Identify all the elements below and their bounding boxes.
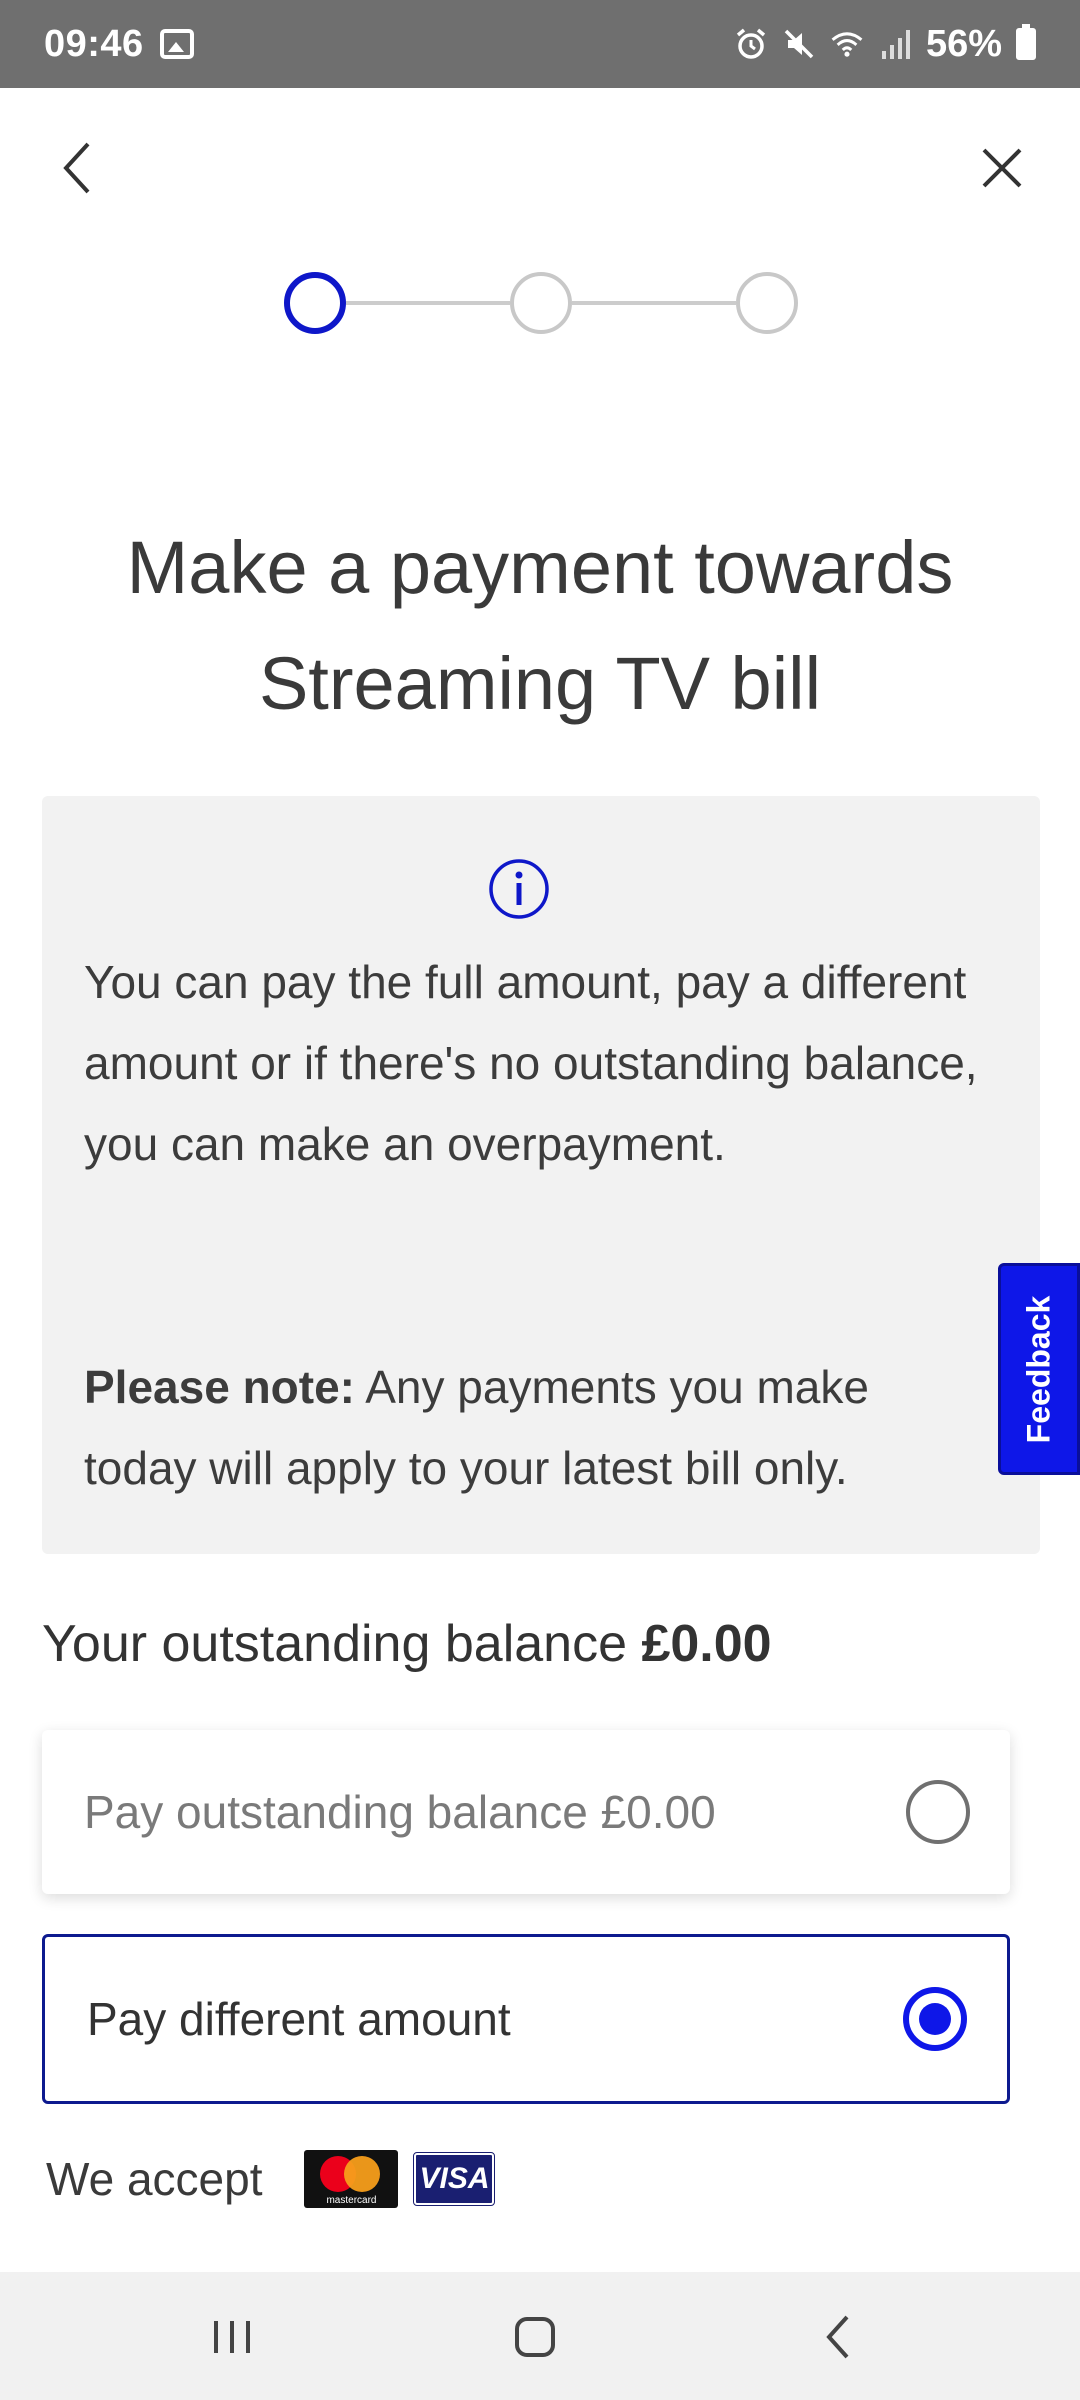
close-button[interactable]	[972, 138, 1032, 198]
pay-different-amount-option[interactable]: Pay different amount	[42, 1934, 1010, 2104]
home-icon	[515, 2317, 555, 2357]
option-label: Pay outstanding balance £0.00	[84, 1786, 716, 1838]
system-nav-bar	[0, 2272, 1080, 2400]
status-icons: 56%	[734, 23, 1036, 66]
status-bar: 09:46 56%	[0, 0, 1080, 88]
close-icon	[982, 148, 1022, 188]
recent-apps-button[interactable]	[192, 2302, 272, 2372]
accept-label: We accept	[46, 2153, 263, 2205]
battery-icon	[1016, 24, 1036, 60]
back-chevron-icon	[63, 142, 90, 194]
balance-label: Your outstanding balance	[42, 1615, 642, 1673]
radio-selected-icon[interactable]	[903, 1987, 967, 2051]
step-2-indicator	[510, 272, 572, 334]
battery-percent: 56%	[925, 22, 1002, 65]
top-nav	[0, 88, 1080, 248]
info-icon	[489, 859, 549, 919]
progress-stepper	[284, 272, 800, 334]
page-title: Make a payment towards Streaming TV bill	[0, 510, 1080, 742]
page-title-line2: Streaming TV bill	[258, 642, 822, 725]
option-label: Pay different amount	[87, 1993, 511, 2045]
system-back-button[interactable]	[798, 2302, 878, 2372]
info-note: Please note: Any payments you make today…	[84, 1347, 984, 1509]
visa-logo-icon: VISA	[413, 2152, 496, 2206]
feedback-label: Feedback	[1020, 1295, 1057, 1443]
step-1-indicator	[284, 272, 346, 334]
info-text: You can pay the full amount, pay a diffe…	[84, 956, 978, 1170]
step-connector	[346, 301, 510, 305]
step-3-indicator	[736, 272, 798, 334]
mastercard-logo-icon: mastercard	[304, 2150, 399, 2208]
status-time: 09:46	[44, 22, 144, 65]
page-title-line1: Make a payment towards	[126, 526, 954, 609]
mute-icon	[782, 27, 816, 61]
recent-apps-icon	[214, 2321, 250, 2353]
info-box: You can pay the full amount, pay a diffe…	[42, 796, 1040, 1554]
wifi-icon	[830, 27, 864, 61]
accepted-cards: We accept mastercard VISA	[46, 2150, 496, 2208]
outstanding-balance: Your outstanding balance £0.00	[42, 1614, 772, 1674]
radio-unselected-icon[interactable]	[906, 1780, 970, 1844]
mastercard-text: mastercard	[326, 2195, 377, 2206]
balance-amount: £0.00	[641, 1615, 772, 1673]
info-note-label: Please note:	[84, 1361, 355, 1413]
gallery-icon	[159, 29, 194, 59]
signal-icon	[878, 27, 912, 61]
home-button[interactable]	[495, 2302, 575, 2372]
visa-text: VISA	[419, 2162, 490, 2195]
step-connector	[572, 301, 736, 305]
pay-outstanding-balance-option[interactable]: Pay outstanding balance £0.00	[42, 1730, 1010, 1894]
system-back-icon	[826, 2315, 849, 2359]
feedback-button[interactable]: Feedback	[998, 1263, 1080, 1475]
alarm-icon	[734, 27, 768, 61]
back-button[interactable]	[48, 138, 108, 198]
